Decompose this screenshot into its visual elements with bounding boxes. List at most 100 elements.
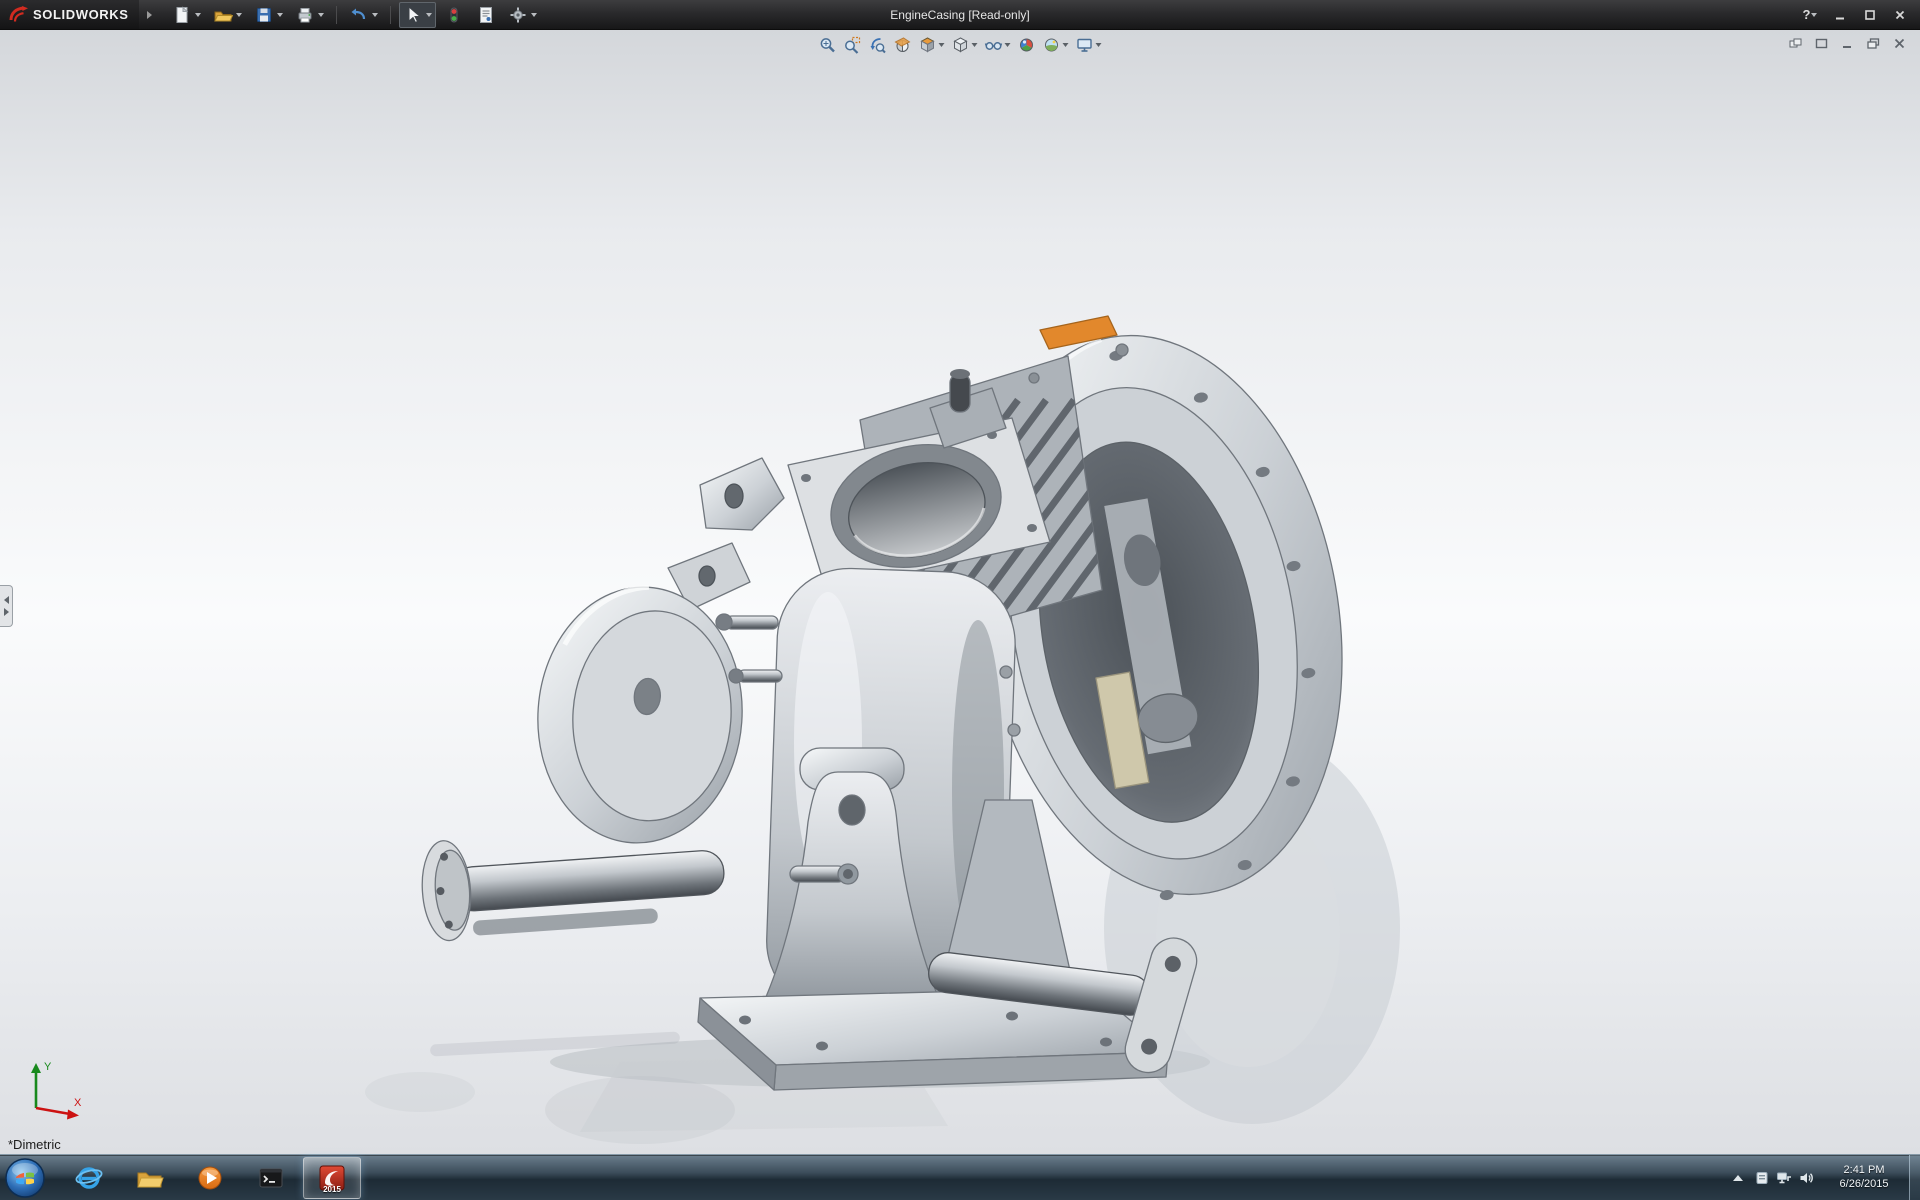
toolbar-separator (390, 6, 391, 24)
network-status-button[interactable] (1774, 1169, 1794, 1187)
bolt-head (1029, 373, 1039, 383)
help-label: ? (1803, 7, 1811, 22)
view-settings-button[interactable] (1074, 34, 1104, 56)
taskbar: 2015 (0, 1154, 1920, 1200)
command-prompt-icon (256, 1163, 286, 1193)
chevron-up-icon (1733, 1175, 1743, 1181)
previous-view-button[interactable] (867, 34, 889, 56)
bolt-head (1116, 344, 1128, 356)
taskbar-item-internet-explorer[interactable] (60, 1157, 118, 1199)
show-hidden-icons-button[interactable] (1728, 1169, 1748, 1187)
file-properties-icon (476, 5, 496, 25)
taskbar-item-solidworks[interactable]: 2015 (303, 1157, 361, 1199)
close-document-button[interactable] (1890, 36, 1908, 51)
maximize-button[interactable] (1858, 5, 1882, 25)
tile-windows-icon (1789, 38, 1802, 49)
options-button[interactable] (504, 2, 541, 28)
new-document-icon (172, 5, 192, 25)
zoom-to-area-button[interactable] (842, 34, 864, 56)
taskbar-clock[interactable]: 2:41 PM 6/26/2015 (1826, 1163, 1902, 1191)
document-window-controls (1786, 36, 1908, 51)
toolbar-separator (336, 6, 337, 24)
open-button[interactable] (209, 2, 246, 28)
volume-icon (1799, 1171, 1814, 1185)
triad-y-label: Y (44, 1061, 52, 1073)
fullscreen-icon (1815, 38, 1828, 49)
restore-document-button[interactable] (1864, 36, 1882, 51)
task-pane-collapse-tab[interactable] (0, 585, 13, 627)
solidworks-logo-icon (8, 5, 28, 25)
tray-app-icon (1755, 1171, 1769, 1185)
section-view-button[interactable] (892, 34, 914, 56)
display-style-button[interactable] (950, 34, 980, 56)
zoom-to-fit-button[interactable] (817, 34, 839, 56)
tray-application-icon[interactable] (1752, 1169, 1772, 1187)
previous-view-icon (869, 36, 887, 54)
chevron-down-icon (1096, 43, 1102, 47)
save-icon (254, 5, 274, 25)
headsup-toolbar (817, 34, 1104, 56)
orientation-triad: Y X (16, 1054, 90, 1128)
mounting-bracket-upper (700, 458, 784, 530)
chevron-down-icon (236, 13, 242, 17)
engine-casing-model[interactable] (0, 30, 1920, 1154)
apply-scene-icon (1043, 36, 1061, 54)
left-shaft (419, 821, 727, 942)
close-document-icon (1893, 38, 1906, 49)
chevron-down-icon (972, 43, 978, 47)
graphics-area[interactable]: Y X *Dimetric (0, 30, 1920, 1154)
file-properties-button[interactable] (472, 2, 500, 28)
menu-expand-icon[interactable] (147, 11, 152, 19)
close-button[interactable] (1888, 5, 1912, 25)
window-title: EngineCasing [Read-only] (890, 8, 1029, 22)
display-style-icon (952, 36, 970, 54)
chevron-down-icon (531, 13, 537, 17)
edit-appearance-button[interactable] (1016, 34, 1038, 56)
chevron-down-icon (1063, 43, 1069, 47)
chevron-down-icon (277, 13, 283, 17)
chevron-down-icon (939, 43, 945, 47)
print-button[interactable] (291, 2, 328, 28)
windows-logo-icon (4, 1157, 46, 1199)
select-cursor-icon (403, 5, 423, 25)
select-button[interactable] (399, 2, 436, 28)
chevron-down-icon (318, 13, 324, 17)
options-gear-icon (508, 5, 528, 25)
zoom-to-area-icon (844, 36, 862, 54)
chevron-down-icon (426, 13, 432, 17)
fullscreen-button[interactable] (1812, 36, 1830, 51)
rebuild-button[interactable] (440, 2, 468, 28)
restore-document-icon (1867, 38, 1880, 49)
minimize-document-button[interactable] (1838, 36, 1856, 51)
minimize-icon (1834, 9, 1846, 21)
chevron-down-icon (1811, 13, 1817, 17)
new-document-button[interactable] (168, 2, 205, 28)
taskbar-item-windows-explorer[interactable] (120, 1157, 178, 1199)
undo-button[interactable] (345, 2, 382, 28)
chevron-right-icon (4, 608, 9, 616)
volume-button[interactable] (1796, 1169, 1816, 1187)
stud-bolt (716, 614, 778, 630)
section-view-icon (894, 36, 912, 54)
start-button[interactable] (4, 1156, 48, 1200)
show-desktop-button[interactable] (1909, 1155, 1920, 1200)
solidworks-logo: SOLIDWORKS (0, 0, 139, 29)
rebuild-icon (444, 5, 464, 25)
open-folder-icon (213, 5, 233, 25)
apply-scene-button[interactable] (1041, 34, 1071, 56)
view-orientation-button[interactable] (917, 34, 947, 56)
taskbar-item-command-prompt[interactable] (242, 1157, 300, 1199)
help-button[interactable]: ? (1798, 5, 1822, 25)
maximize-icon (1864, 9, 1876, 21)
chevron-down-icon (195, 13, 201, 17)
folder-icon (134, 1163, 164, 1193)
tile-windows-button[interactable] (1786, 36, 1804, 51)
chevron-down-icon (372, 13, 378, 17)
taskbar-item-media-player[interactable] (181, 1157, 239, 1199)
minimize-button[interactable] (1828, 5, 1852, 25)
stud-bolt (729, 669, 782, 683)
hide-show-items-button[interactable] (983, 34, 1013, 56)
save-button[interactable] (250, 2, 287, 28)
edit-appearance-ball-icon (1018, 36, 1036, 54)
solidworks-window: SOLIDWORKS (0, 0, 1920, 1200)
